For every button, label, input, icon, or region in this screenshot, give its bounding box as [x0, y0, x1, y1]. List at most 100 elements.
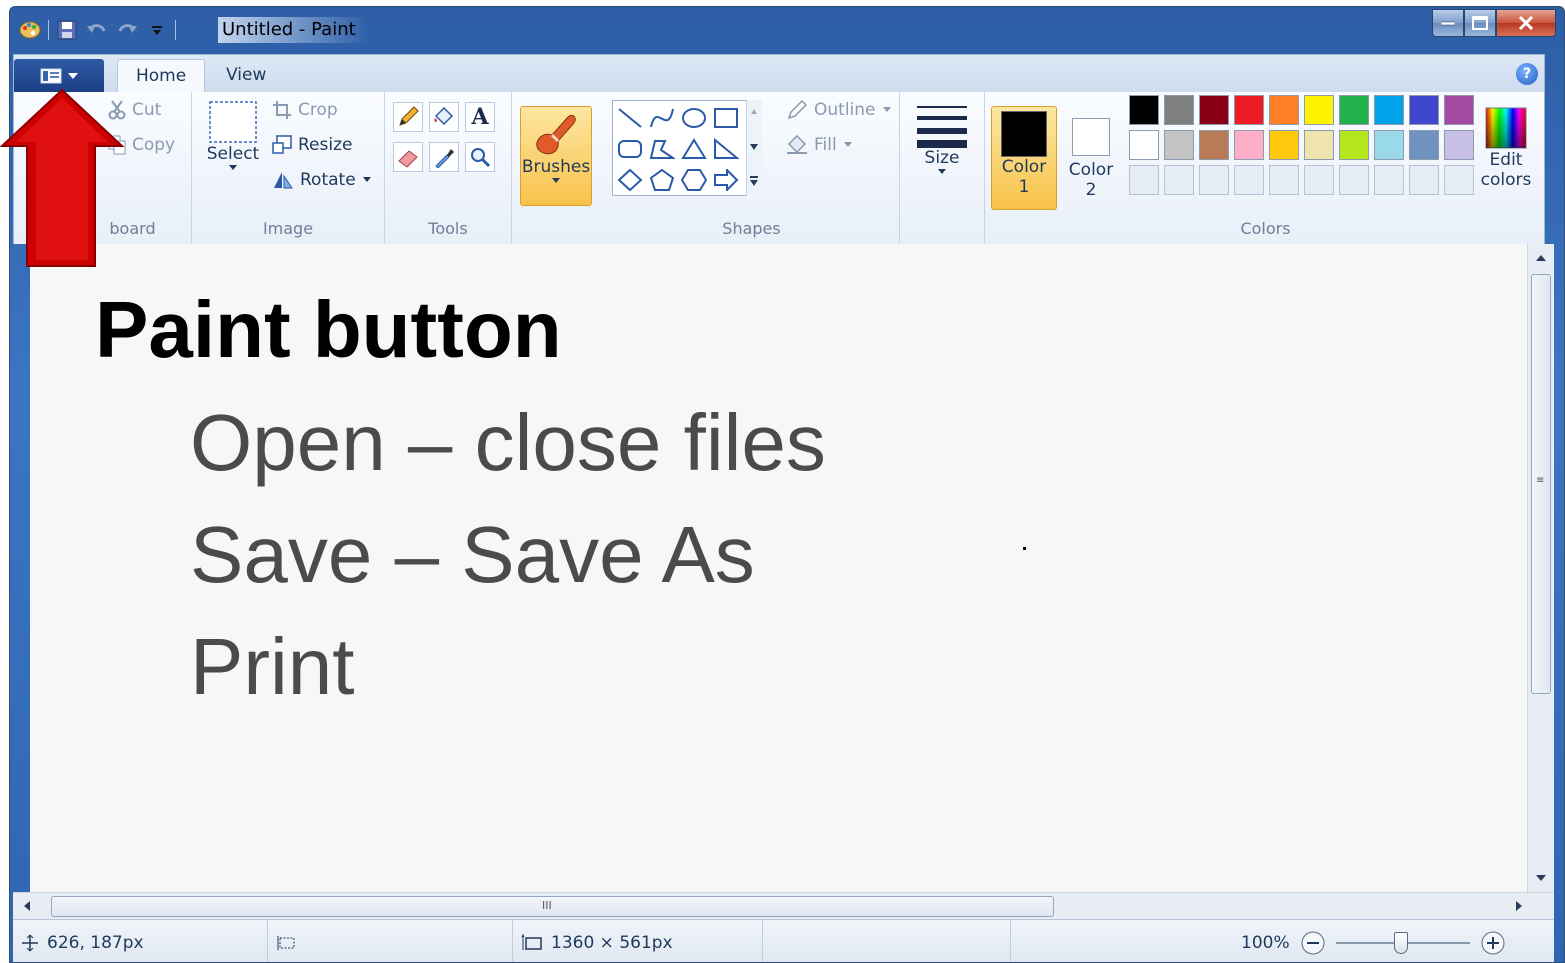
crop-label: Crop [298, 100, 338, 120]
palette-swatch[interactable] [1374, 130, 1404, 160]
curve-shape-icon[interactable] [647, 103, 677, 133]
oval-shape-icon[interactable] [679, 103, 709, 133]
status-selection-size [268, 920, 513, 962]
paint-app-icon[interactable] [18, 18, 42, 42]
customize-dropdown-icon[interactable] [145, 18, 169, 42]
palette-swatch[interactable] [1374, 95, 1404, 125]
scroll-down-icon [1536, 875, 1546, 881]
crop-button[interactable]: Crop [272, 100, 338, 120]
fill-button[interactable]: Fill [786, 135, 853, 155]
chevron-down-icon [882, 107, 891, 112]
palette-swatch[interactable] [1444, 130, 1474, 160]
image-size-value: 1360 × 561px [551, 932, 673, 953]
palette-swatch[interactable] [1234, 130, 1264, 160]
paint-menu-icon [40, 68, 62, 83]
hthumb-grip: III [542, 899, 552, 912]
pentagon-shape-icon[interactable] [647, 165, 677, 195]
right-triangle-shape-icon[interactable] [711, 134, 741, 164]
rectangle-shape-icon[interactable] [711, 103, 741, 133]
text-icon[interactable]: A [465, 102, 495, 132]
palette-swatch[interactable] [1304, 130, 1334, 160]
polygon-shape-icon[interactable] [647, 134, 677, 164]
save-icon[interactable] [55, 18, 79, 42]
rounded-rectangle-shape-icon[interactable] [615, 134, 645, 164]
tab-view[interactable]: View [208, 59, 284, 92]
color1-swatch [1001, 111, 1047, 157]
palette-swatch[interactable] [1164, 130, 1194, 160]
palette-swatch[interactable] [1164, 95, 1194, 125]
palette-swatch[interactable] [1339, 130, 1369, 160]
chevron-down-icon [229, 165, 237, 170]
horizontal-scrollbar[interactable]: III [13, 892, 1554, 919]
select-button[interactable]: Select [206, 100, 260, 172]
custom-color-slot[interactable] [1304, 165, 1334, 195]
brushes-button[interactable]: Brushes [520, 106, 592, 206]
palette-swatch[interactable] [1199, 130, 1229, 160]
magnifier-icon[interactable] [465, 142, 495, 172]
ribbon-panel: Cut Copy board Select Crop Resize Rotate… [14, 92, 1544, 244]
help-icon[interactable]: ? [1516, 63, 1538, 85]
color2-button[interactable]: Color 2 [1063, 110, 1119, 200]
horizontal-scroll-thumb[interactable]: III [51, 896, 1054, 917]
zoom-slider-thumb[interactable] [1393, 931, 1408, 954]
triangle-shape-icon[interactable] [679, 134, 709, 164]
palette-swatch[interactable] [1269, 95, 1299, 125]
edit-colors-button[interactable]: Edit colors [1475, 106, 1537, 190]
custom-color-slot[interactable] [1374, 165, 1404, 195]
tab-home[interactable]: Home [117, 59, 206, 92]
undo-icon[interactable] [85, 18, 109, 42]
status-cursor-position: 626, 187px [13, 920, 268, 962]
group-size: Size [900, 92, 984, 244]
custom-color-slot[interactable] [1339, 165, 1369, 195]
custom-color-slot[interactable] [1234, 165, 1264, 195]
size-button[interactable]: Size [912, 102, 972, 176]
right-arrow-shape-icon[interactable] [711, 165, 741, 195]
palette-swatch[interactable] [1199, 95, 1229, 125]
size-label: Size [924, 148, 960, 168]
color-picker-icon[interactable] [429, 142, 459, 172]
palette-swatch[interactable] [1409, 130, 1439, 160]
palette-swatch[interactable] [1129, 95, 1159, 125]
group-tools: A Tools [385, 92, 512, 244]
custom-color-slot[interactable] [1269, 165, 1299, 195]
scroll-left-icon [24, 901, 30, 911]
resize-button[interactable]: Resize [272, 135, 352, 155]
image-size-icon [521, 933, 542, 950]
hexagon-shape-icon[interactable] [679, 165, 709, 195]
line-shape-icon[interactable] [615, 103, 645, 133]
palette-swatch[interactable] [1339, 95, 1369, 125]
rotate-button[interactable]: Rotate [272, 170, 372, 190]
pencil-icon[interactable] [393, 102, 423, 132]
chevron-down-icon [552, 178, 560, 183]
title-bar: Untitled - Paint [10, 7, 1564, 53]
diamond-shape-icon[interactable] [615, 165, 645, 195]
redo-icon[interactable] [115, 18, 139, 42]
palette-swatch[interactable] [1444, 95, 1474, 125]
color1-button[interactable]: Color 1 [991, 106, 1057, 210]
palette-swatch[interactable] [1304, 95, 1334, 125]
maximize-icon [1472, 16, 1488, 30]
custom-color-slot[interactable] [1444, 165, 1474, 195]
zoom-slider[interactable] [1335, 930, 1470, 956]
palette-swatch[interactable] [1409, 95, 1439, 125]
palette-swatch[interactable] [1234, 95, 1264, 125]
shapes-scrollbar[interactable] [746, 100, 762, 196]
vertical-scrollbar[interactable]: ≡ [1527, 244, 1554, 892]
maximize-button[interactable] [1464, 9, 1496, 37]
copy-label: Copy [132, 135, 176, 155]
zoom-out-icon[interactable] [1300, 930, 1326, 956]
vertical-scroll-thumb[interactable]: ≡ [1531, 274, 1551, 694]
palette-swatch[interactable] [1269, 130, 1299, 160]
outline-button[interactable]: Outline [786, 100, 892, 120]
toolbar-separator [48, 20, 49, 40]
custom-color-slot[interactable] [1164, 165, 1194, 195]
custom-color-slot[interactable] [1199, 165, 1229, 195]
fill-bucket-icon[interactable] [429, 102, 459, 132]
custom-color-slot[interactable] [1129, 165, 1159, 195]
close-button[interactable] [1496, 9, 1556, 37]
palette-swatch[interactable] [1129, 130, 1159, 160]
zoom-in-icon[interactable] [1480, 930, 1506, 956]
eraser-icon[interactable] [393, 142, 423, 172]
custom-color-slot[interactable] [1409, 165, 1439, 195]
minimize-button[interactable] [1432, 9, 1464, 37]
